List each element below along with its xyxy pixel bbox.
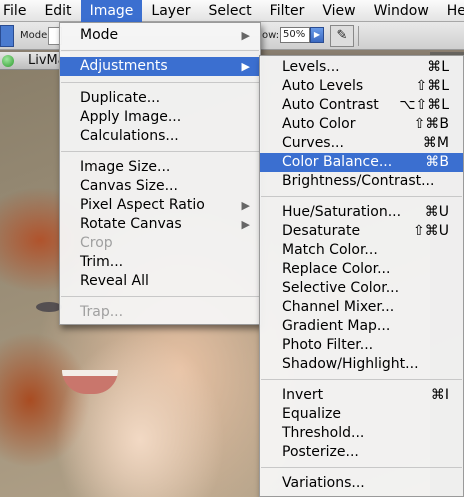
divider <box>358 26 359 46</box>
menu-item-pixel-aspect-ratio[interactable]: Pixel Aspect Ratio ▶ <box>60 196 260 215</box>
shortcut: ⇧⌘B <box>413 116 449 132</box>
shortcut: ⌘M <box>422 135 449 151</box>
portrait-smile <box>62 370 118 394</box>
menu-item-match-color[interactable]: Match Color... <box>260 241 463 260</box>
menu-item-gradient-map[interactable]: Gradient Map... <box>260 317 463 336</box>
menu-item-adjustments[interactable]: Adjustments ▶ <box>60 57 260 76</box>
airbrush-icon[interactable]: ✎ <box>330 25 354 47</box>
menu-item-color-balance[interactable]: Color Balance... ⌘B <box>260 153 463 172</box>
menu-image[interactable]: Image <box>80 0 143 22</box>
menu-separator <box>61 50 259 51</box>
submenu-arrow-icon: ▶ <box>241 199 250 212</box>
shortcut: ⌥⇧⌘L <box>399 97 449 113</box>
menu-item-auto-contrast[interactable]: Auto Contrast ⌥⇧⌘L <box>260 96 463 115</box>
menu-separator <box>61 151 259 152</box>
menu-separator <box>61 82 259 83</box>
menu-item-brightness-contrast[interactable]: Brightness/Contrast... <box>260 172 463 191</box>
menu-item-curves[interactable]: Curves... ⌘M <box>260 134 463 153</box>
menu-item-image-size[interactable]: Image Size... <box>60 158 260 177</box>
shortcut: ⇧⌘L <box>415 78 449 94</box>
menu-item-replace-color[interactable]: Replace Color... <box>260 260 463 279</box>
menu-separator <box>261 379 462 380</box>
menu-view[interactable]: View <box>313 0 364 22</box>
menu-item-auto-color[interactable]: Auto Color ⇧⌘B <box>260 115 463 134</box>
menu-select[interactable]: Select <box>199 0 260 22</box>
menu-layer[interactable]: Layer <box>142 0 199 22</box>
shortcut: ⇧⌘U <box>413 223 449 239</box>
adjustments-submenu: Levels... ⌘L Auto Levels ⇧⌘L Auto Contra… <box>259 55 464 497</box>
menu-item-duplicate[interactable]: Duplicate... <box>60 89 260 108</box>
shortcut: ⌘L <box>427 59 449 75</box>
menu-separator <box>261 467 462 468</box>
menu-window[interactable]: Window <box>365 0 438 22</box>
menu-item-invert[interactable]: Invert ⌘I <box>260 386 463 405</box>
menu-bar: File Edit Image Layer Select Filter View… <box>0 0 464 22</box>
menu-item-apply-image[interactable]: Apply Image... <box>60 108 260 127</box>
flow-input[interactable]: 50% <box>280 27 310 43</box>
flow-arrow-icon[interactable]: ▶ <box>310 27 324 43</box>
menu-separator <box>61 296 259 297</box>
menu-item-desaturate[interactable]: Desaturate ⇧⌘U <box>260 222 463 241</box>
menu-item-mode[interactable]: Mode ▶ <box>60 26 260 45</box>
menu-file[interactable]: File <box>0 0 35 22</box>
shortcut: ⌘U <box>424 204 449 220</box>
menu-item-threshold[interactable]: Threshold... <box>260 424 463 443</box>
tool-preset-icon[interactable] <box>0 25 14 47</box>
image-menu: Mode ▶ Adjustments ▶ Duplicate... Apply … <box>59 22 261 325</box>
menu-item-posterize[interactable]: Posterize... <box>260 443 463 462</box>
menu-filter[interactable]: Filter <box>261 0 314 22</box>
shortcut: ⌘I <box>430 387 449 403</box>
menu-item-canvas-size[interactable]: Canvas Size... <box>60 177 260 196</box>
menu-item-photo-filter[interactable]: Photo Filter... <box>260 336 463 355</box>
mode-label: Mode: <box>20 30 51 41</box>
window-zoom-icon[interactable] <box>2 55 14 67</box>
menu-help[interactable]: Help <box>438 0 464 22</box>
menu-separator <box>261 196 462 197</box>
menu-item-hue-saturation[interactable]: Hue/Saturation... ⌘U <box>260 203 463 222</box>
submenu-arrow-icon: ▶ <box>241 60 250 73</box>
menu-item-crop: Crop <box>80 235 113 251</box>
menu-item-variations[interactable]: Variations... <box>260 474 463 493</box>
submenu-arrow-icon: ▶ <box>241 218 250 231</box>
shortcut: ⌘B <box>425 154 449 170</box>
menu-item-reveal-all[interactable]: Reveal All <box>60 272 260 291</box>
menu-item-trim[interactable]: Trim... <box>60 253 260 272</box>
menu-item-shadow-highlight[interactable]: Shadow/Highlight... <box>260 355 463 374</box>
menu-item-selective-color[interactable]: Selective Color... <box>260 279 463 298</box>
menu-item-trap: Trap... <box>80 304 124 320</box>
menu-edit[interactable]: Edit <box>35 0 80 22</box>
menu-item-levels[interactable]: Levels... ⌘L <box>260 58 463 77</box>
menu-item-calculations[interactable]: Calculations... <box>60 127 260 146</box>
menu-item-channel-mixer[interactable]: Channel Mixer... <box>260 298 463 317</box>
flow-label: ow: <box>262 30 280 41</box>
submenu-arrow-icon: ▶ <box>241 29 250 42</box>
menu-item-auto-levels[interactable]: Auto Levels ⇧⌘L <box>260 77 463 96</box>
menu-item-rotate-canvas[interactable]: Rotate Canvas ▶ <box>60 215 260 234</box>
menu-item-equalize[interactable]: Equalize <box>260 405 463 424</box>
